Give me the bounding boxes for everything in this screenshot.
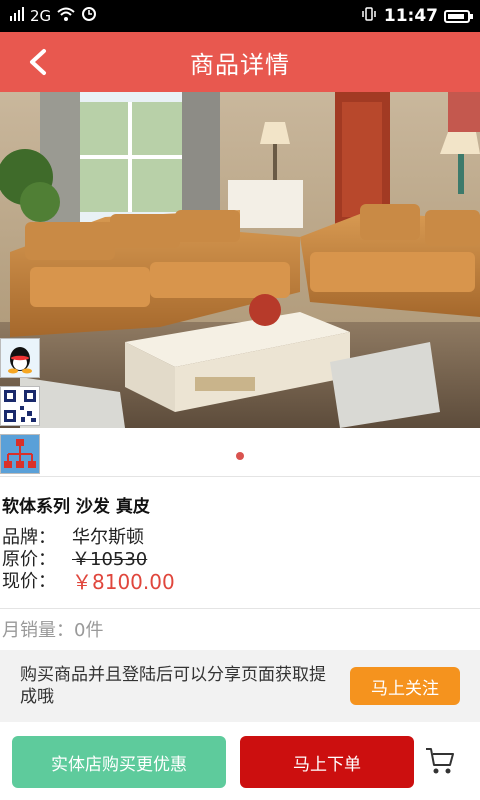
page-title: 商品详情 xyxy=(190,50,290,79)
current-price-value: ￥8100.00 xyxy=(72,570,175,594)
brand-label: 品牌： xyxy=(2,527,56,548)
battery-fill xyxy=(448,13,464,19)
back-button[interactable] xyxy=(18,42,58,82)
product-info: 软体系列 沙发 真皮 品牌： 华尔斯顿 原价： ￥10530 现价： ￥8100… xyxy=(0,492,480,593)
header-bar: 商品详情 xyxy=(0,32,480,92)
wifi-icon xyxy=(57,7,75,25)
divider xyxy=(0,608,480,609)
vibrate-icon xyxy=(360,7,378,25)
monthly-sales: 月销量：0件 xyxy=(2,620,104,641)
order-now-button[interactable]: 马上下单 xyxy=(240,736,414,788)
qr-code-icon[interactable] xyxy=(0,386,40,426)
brand-row: 品牌： 华尔斯顿 xyxy=(2,527,480,549)
carousel-dot-active[interactable] xyxy=(236,452,244,460)
bottom-action-bar: 实体店购买更优惠 马上下单 xyxy=(0,736,480,788)
battery-icon xyxy=(444,9,473,23)
original-price-row: 原价： ￥10530 xyxy=(2,549,480,571)
brand-value: 华尔斯顿 xyxy=(72,527,144,548)
original-price-label: 原价： xyxy=(2,549,56,570)
chevron-left-icon xyxy=(30,49,46,75)
share-hint-text: 购买商品并且登陆后可以分享页面获取提成哦 xyxy=(20,665,326,707)
cart-icon xyxy=(426,748,454,774)
status-bar: 2G 11:47 xyxy=(0,0,480,32)
product-image-carousel[interactable] xyxy=(0,92,480,428)
share-banner: 购买商品并且登陆后可以分享页面获取提成哦 马上关注 xyxy=(0,650,480,722)
current-price-row: 现价： ￥8100.00 xyxy=(2,571,480,593)
product-image xyxy=(0,92,480,428)
clock-time: 11:47 xyxy=(383,6,438,26)
qq-icon[interactable] xyxy=(0,338,40,378)
original-price-value: ￥10530 xyxy=(72,549,148,570)
signal-icon xyxy=(10,7,24,25)
follow-button[interactable]: 马上关注 xyxy=(350,667,460,705)
store-purchase-button[interactable]: 实体店购买更优惠 xyxy=(12,736,226,788)
carousel-indicator xyxy=(0,452,480,460)
cart-button[interactable] xyxy=(424,746,460,778)
alarm-icon xyxy=(81,6,97,26)
product-name: 软体系列 沙发 真皮 xyxy=(2,497,150,517)
network-type: 2G xyxy=(30,7,52,25)
current-price-label: 现价： xyxy=(2,571,56,592)
divider xyxy=(0,476,480,477)
